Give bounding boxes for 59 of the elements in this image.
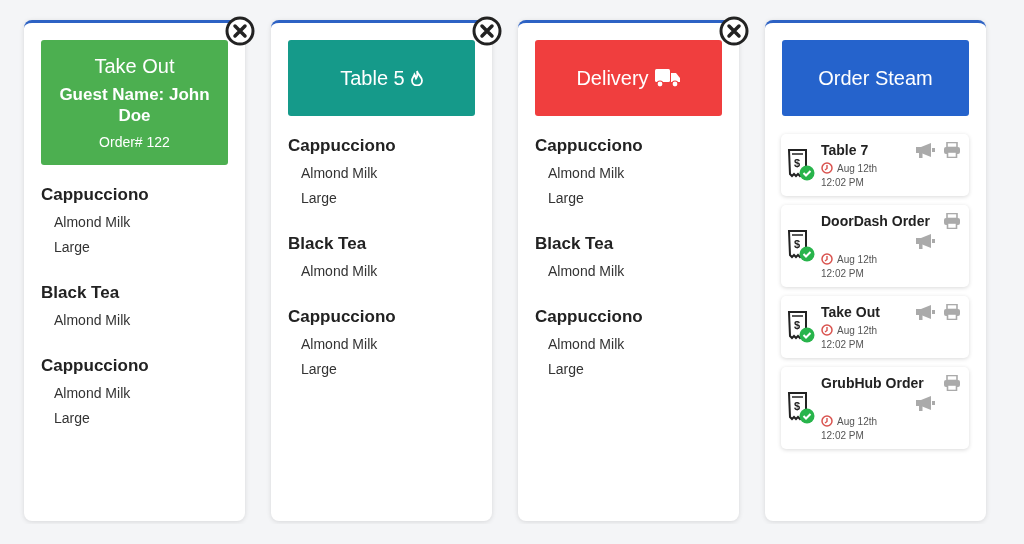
item-name: Cappucciono — [288, 136, 397, 156]
ticket-title: Take Out — [94, 55, 175, 78]
item-option: Large — [41, 235, 228, 260]
order-title: DoorDash Order — [821, 213, 931, 229]
megaphone-icon[interactable] — [915, 233, 935, 249]
order-date: Aug 12th — [837, 324, 878, 336]
item-option: Almond Milk — [41, 308, 228, 333]
megaphone-icon[interactable] — [915, 304, 935, 320]
item-option: Almond Milk — [535, 259, 722, 284]
item-option: Large — [288, 357, 475, 382]
item-option: Almond Milk — [288, 259, 475, 284]
clock-icon — [821, 253, 833, 265]
item-name: Cappucciono — [41, 356, 150, 376]
ticket-title: Delivery — [576, 66, 649, 90]
printer-icon[interactable] — [943, 375, 961, 391]
order-title: Table 7 — [821, 142, 870, 158]
item-option: Large — [41, 406, 228, 431]
guest-name: Guest Name: John Doe — [58, 84, 211, 126]
item-name: Cappucciono — [535, 136, 644, 156]
clock-icon — [821, 324, 833, 336]
printer-icon[interactable] — [943, 142, 961, 158]
item-option: Almond Milk — [41, 381, 228, 406]
order-date: Aug 12th — [837, 162, 878, 174]
item-name: Black Tea — [288, 234, 368, 254]
truck-icon — [654, 68, 681, 88]
printer-icon[interactable] — [943, 304, 961, 320]
item-option: Large — [288, 186, 475, 211]
order-time: 12:02 PM — [821, 177, 865, 188]
ticket-title: Table 5 — [340, 66, 405, 90]
printer-icon[interactable] — [943, 213, 961, 229]
megaphone-icon[interactable] — [915, 395, 935, 411]
item-name: Cappucciono — [288, 307, 397, 327]
flame-icon — [410, 70, 423, 86]
order-date: Aug 12th — [837, 253, 878, 265]
item-option: Almond Milk — [535, 161, 722, 186]
order-title: GrubHub Order — [821, 375, 925, 391]
item-option: Large — [535, 357, 722, 382]
order-time: 12:02 PM — [821, 268, 865, 279]
item-name: Black Tea — [535, 234, 615, 254]
order-time: 12:02 PM — [821, 339, 865, 350]
order-title: Take Out — [821, 304, 881, 320]
item-option: Almond Milk — [288, 332, 475, 357]
item-name: Cappucciono — [41, 185, 150, 205]
item-name: Cappucciono — [535, 307, 644, 327]
clock-icon — [821, 415, 833, 427]
item-option: Almond Milk — [288, 161, 475, 186]
clock-icon — [821, 162, 833, 174]
item-option: Almond Milk — [535, 332, 722, 357]
item-name: Black Tea — [41, 283, 121, 303]
close-icon[interactable] — [719, 16, 749, 46]
item-option: Large — [535, 186, 722, 211]
item-option: Almond Milk — [41, 210, 228, 235]
stream-title: Order Steam — [818, 66, 933, 90]
order-time: 12:02 PM — [821, 430, 865, 441]
order-date: Aug 12th — [837, 415, 878, 427]
close-icon[interactable] — [472, 16, 502, 46]
megaphone-icon[interactable] — [915, 142, 935, 158]
order-number: Order# 122 — [99, 134, 170, 150]
close-icon[interactable] — [225, 16, 255, 46]
